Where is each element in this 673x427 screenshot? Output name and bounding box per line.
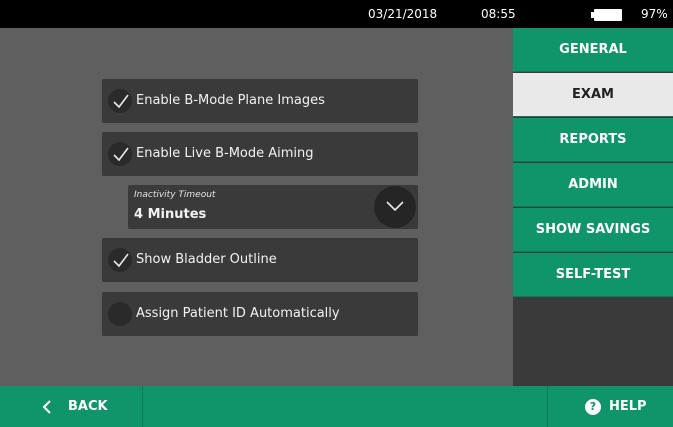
battery-percent: 97% (641, 7, 668, 21)
setting-label: Enable B-Mode Plane Images (136, 93, 325, 108)
inactivity-timeout-caption: Inactivity Timeout (134, 190, 216, 200)
setting-label: Assign Patient ID Automatically (136, 306, 340, 321)
back-button[interactable]: BACK (0, 386, 143, 427)
checkmark-icon (113, 94, 129, 109)
sidebar: GENERAL EXAM REPORTS ADMIN SHOW SAVINGS … (513, 28, 673, 386)
tab-show-savings[interactable]: SHOW SAVINGS (513, 208, 673, 252)
help-label: HELP (609, 399, 647, 414)
help-icon: ? (585, 399, 601, 415)
chevron-down-icon (386, 201, 404, 212)
tab-general[interactable]: GENERAL (513, 28, 673, 72)
status-bar: 03/21/2018 08:55 97% (0, 0, 673, 28)
tab-exam[interactable]: EXAM (513, 73, 673, 117)
tab-reports[interactable]: REPORTS (513, 118, 673, 162)
inactivity-timeout-value: 4 Minutes (134, 207, 207, 222)
checkmark-icon (113, 253, 129, 268)
status-time: 08:55 (481, 7, 516, 21)
checkbox[interactable] (108, 302, 132, 326)
setting-label: Show Bladder Outline (136, 252, 277, 267)
setting-enable-live-bmode-aiming[interactable]: Enable Live B-Mode Aiming (102, 132, 418, 176)
footer-bar: BACK ? HELP (0, 386, 673, 427)
help-button[interactable]: ? HELP (547, 386, 673, 427)
setting-show-bladder-outline[interactable]: Show Bladder Outline (102, 238, 418, 282)
chevron-left-icon (42, 400, 51, 414)
inactivity-timeout-select[interactable]: Inactivity Timeout 4 Minutes (128, 185, 418, 229)
setting-assign-patient-id[interactable]: Assign Patient ID Automatically (102, 292, 418, 336)
setting-enable-bmode-plane-images[interactable]: Enable B-Mode Plane Images (102, 79, 418, 123)
tab-admin[interactable]: ADMIN (513, 163, 673, 207)
status-date: 03/21/2018 (368, 7, 438, 21)
dropdown-toggle-button[interactable] (374, 186, 416, 228)
tab-self-test[interactable]: SELF-TEST (513, 253, 673, 297)
back-label: BACK (68, 399, 108, 414)
setting-label: Enable Live B-Mode Aiming (136, 146, 314, 161)
battery-icon (591, 9, 622, 21)
checkmark-icon (113, 147, 129, 162)
